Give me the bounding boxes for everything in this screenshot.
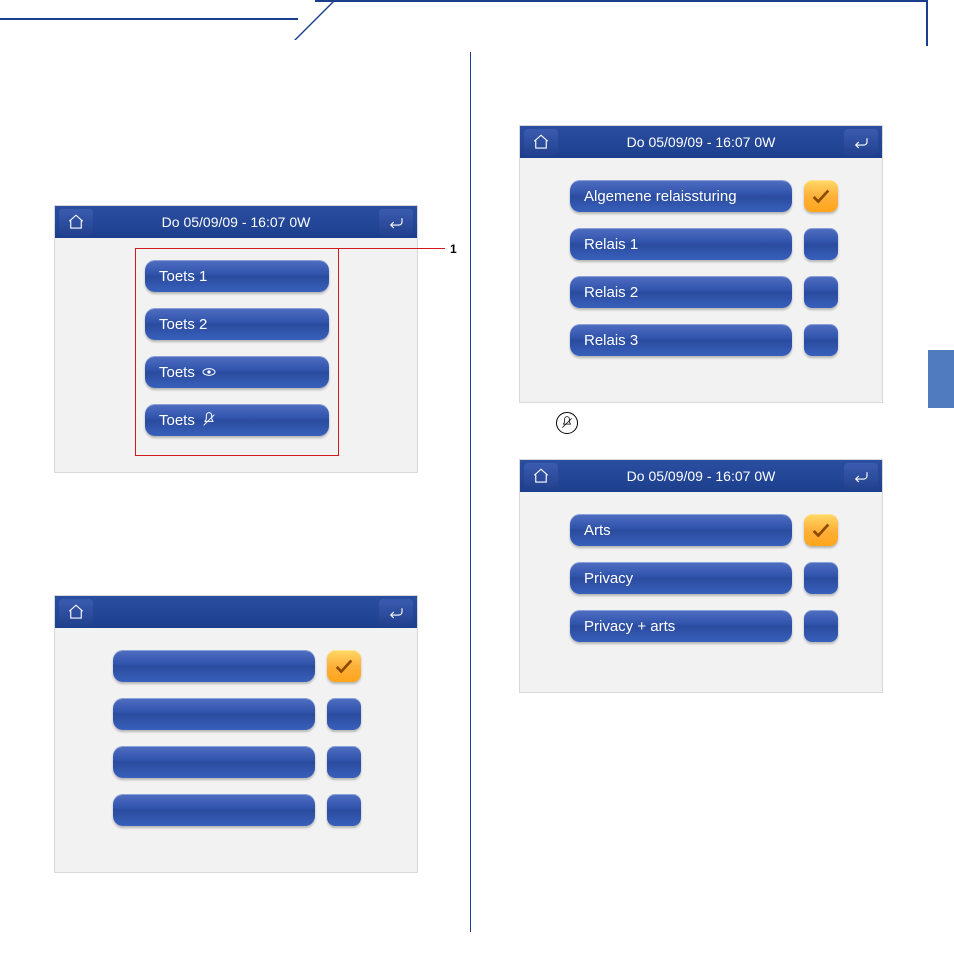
check-icon xyxy=(810,185,832,207)
home-button[interactable] xyxy=(524,129,558,155)
option-checkbox[interactable] xyxy=(804,228,838,260)
option-row xyxy=(113,746,403,778)
option-button[interactable] xyxy=(113,650,315,682)
option-checkbox[interactable] xyxy=(327,746,361,778)
relais-label: Relais 2 xyxy=(584,284,638,301)
titlebar xyxy=(55,596,417,628)
option-checkbox-selected[interactable] xyxy=(804,514,838,546)
screen-relais: Do 05/09/09 - 16:07 0W Algemene relaisst… xyxy=(520,126,882,402)
page-border-line-top xyxy=(315,0,928,2)
callout-number-1: 1 xyxy=(450,242,457,256)
mode-label: Privacy + arts xyxy=(584,618,675,635)
mode-button-privacy-arts[interactable]: Privacy + arts xyxy=(570,610,792,642)
option-row xyxy=(113,794,403,826)
page-edge-tab xyxy=(928,350,954,408)
option-row xyxy=(113,650,403,682)
home-button[interactable] xyxy=(59,209,93,235)
screen-toets: Do 05/09/09 - 16:07 0W Toets 1 Toets 2 T… xyxy=(55,206,417,472)
mode-button-arts[interactable]: Arts xyxy=(570,514,792,546)
mode-label: Privacy xyxy=(584,570,633,587)
back-button[interactable] xyxy=(379,599,413,625)
check-icon xyxy=(810,519,832,541)
option-button[interactable] xyxy=(113,794,315,826)
option-checkbox[interactable] xyxy=(327,794,361,826)
option-row: Privacy + arts xyxy=(570,610,868,642)
option-checkbox[interactable] xyxy=(804,276,838,308)
relais-label: Relais 1 xyxy=(584,236,638,253)
home-button[interactable] xyxy=(524,463,558,489)
option-checkbox[interactable] xyxy=(804,324,838,356)
relais-button-master[interactable]: Algemene relaissturing xyxy=(570,180,792,212)
option-button[interactable] xyxy=(113,698,315,730)
titlebar: Do 05/09/09 - 16:07 0W xyxy=(520,126,882,158)
home-icon xyxy=(67,603,85,621)
option-row: Relais 3 xyxy=(570,324,868,356)
page-center-divider xyxy=(470,52,471,932)
titlebar: Do 05/09/09 - 16:07 0W xyxy=(55,206,417,238)
option-row xyxy=(113,698,403,730)
back-button[interactable] xyxy=(844,129,878,155)
home-button[interactable] xyxy=(59,599,93,625)
back-button[interactable] xyxy=(379,209,413,235)
option-row: Arts xyxy=(570,514,868,546)
relais-button-1[interactable]: Relais 1 xyxy=(570,228,792,260)
titlebar-datetime: Do 05/09/09 - 16:07 0W xyxy=(562,134,840,150)
option-row: Relais 1 xyxy=(570,228,868,260)
option-checkbox-selected[interactable] xyxy=(804,180,838,212)
option-button[interactable] xyxy=(113,746,315,778)
callout-box-1 xyxy=(135,248,339,456)
home-icon xyxy=(532,467,550,485)
callout-leader-1 xyxy=(339,248,445,249)
mode-button-privacy[interactable]: Privacy xyxy=(570,562,792,594)
option-checkbox-selected[interactable] xyxy=(327,650,361,682)
relais-label: Algemene relaissturing xyxy=(584,188,737,205)
page-border-diagonal xyxy=(256,0,336,40)
screen-arts-privacy: Do 05/09/09 - 16:07 0W Arts Privacy Priv… xyxy=(520,460,882,692)
titlebar-datetime: Do 05/09/09 - 16:07 0W xyxy=(562,468,840,484)
option-row: Relais 2 xyxy=(570,276,868,308)
mode-label: Arts xyxy=(584,522,611,539)
page-border-line xyxy=(0,18,298,20)
check-icon xyxy=(333,655,355,677)
return-arrow-icon xyxy=(387,213,405,231)
home-icon xyxy=(532,133,550,151)
relais-button-2[interactable]: Relais 2 xyxy=(570,276,792,308)
option-checkbox[interactable] xyxy=(804,610,838,642)
home-icon xyxy=(67,213,85,231)
return-arrow-icon xyxy=(852,467,870,485)
option-checkbox[interactable] xyxy=(327,698,361,730)
option-row: Algemene relaissturing xyxy=(570,180,868,212)
screen-blank-options xyxy=(55,596,417,872)
back-button[interactable] xyxy=(844,463,878,489)
option-row: Privacy xyxy=(570,562,868,594)
page-border-right xyxy=(926,0,928,46)
footnote-bell-off-icon xyxy=(556,412,578,434)
return-arrow-icon xyxy=(387,603,405,621)
titlebar: Do 05/09/09 - 16:07 0W xyxy=(520,460,882,492)
return-arrow-icon xyxy=(852,133,870,151)
titlebar-datetime: Do 05/09/09 - 16:07 0W xyxy=(97,214,375,230)
option-checkbox[interactable] xyxy=(804,562,838,594)
relais-label: Relais 3 xyxy=(584,332,638,349)
relais-button-3[interactable]: Relais 3 xyxy=(570,324,792,356)
